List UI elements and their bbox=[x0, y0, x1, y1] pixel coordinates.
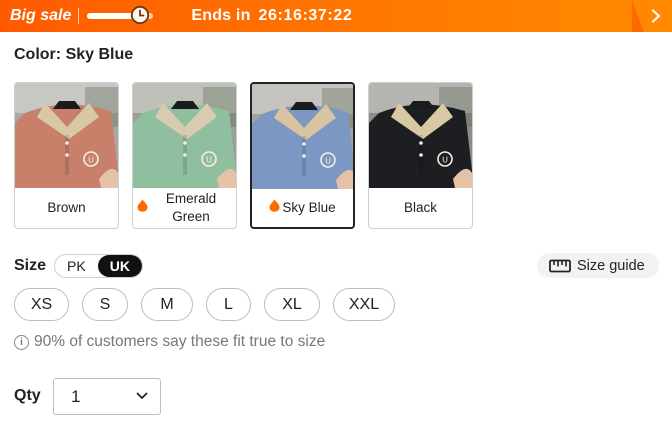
color-swatch-sky-blue[interactable]: U Sky Blue bbox=[250, 82, 355, 229]
swatch-label: Black bbox=[369, 188, 472, 228]
size-guide-button[interactable]: Size guide bbox=[537, 253, 659, 278]
info-icon: i bbox=[14, 334, 29, 350]
flame-icon bbox=[269, 199, 280, 218]
qty-label: Qty bbox=[14, 387, 41, 404]
chevron-right-icon bbox=[651, 9, 661, 23]
size-header: Size PK UK bbox=[14, 254, 143, 278]
ruler-icon bbox=[549, 259, 571, 272]
swatch-image: U bbox=[133, 83, 236, 188]
swatch-image: U bbox=[369, 83, 472, 188]
svg-text:U: U bbox=[88, 156, 94, 165]
fit-note-text: 90% of customers say these fit true to s… bbox=[34, 333, 326, 350]
qty-select[interactable]: 1 bbox=[53, 378, 161, 415]
size-option-xl[interactable]: XL bbox=[264, 288, 320, 321]
unit-option-pk[interactable]: PK bbox=[55, 255, 98, 277]
swatch-label: Brown bbox=[15, 188, 118, 228]
unit-option-uk[interactable]: UK bbox=[97, 255, 142, 277]
swatch-image: U bbox=[252, 84, 353, 189]
banner-divider bbox=[78, 8, 80, 24]
color-swatch-list: U Brown U Emerald Green U Sky Blue U Black bbox=[14, 82, 473, 229]
svg-text:U: U bbox=[206, 156, 212, 165]
color-label: Color: bbox=[14, 46, 62, 63]
swatch-label-text: Brown bbox=[47, 200, 86, 215]
fit-note: i 90% of customers say these fit true to… bbox=[14, 333, 325, 351]
color-swatch-black[interactable]: U Black bbox=[368, 82, 473, 229]
svg-text:U: U bbox=[325, 157, 331, 166]
qty-value: 1 bbox=[71, 386, 81, 406]
size-option-l[interactable]: L bbox=[206, 288, 251, 321]
size-guide-label: Size guide bbox=[577, 257, 645, 274]
color-heading: Color: Sky Blue bbox=[14, 46, 133, 64]
color-selected-value: Sky Blue bbox=[65, 46, 134, 63]
size-option-m[interactable]: M bbox=[141, 288, 193, 321]
size-unit-toggle[interactable]: PK UK bbox=[54, 254, 143, 278]
sale-countdown: 26:16:37:22 bbox=[258, 7, 353, 24]
swatch-image: U bbox=[15, 83, 118, 188]
color-swatch-emerald-green[interactable]: U Emerald Green bbox=[132, 82, 237, 229]
size-option-xs[interactable]: XS bbox=[14, 288, 69, 321]
size-option-list: XS S M L XL XXL bbox=[14, 288, 408, 321]
swatch-label: Emerald Green bbox=[133, 188, 236, 228]
svg-text:U: U bbox=[442, 156, 448, 165]
sale-ends-label: Ends in bbox=[191, 7, 251, 24]
swatch-label-text: Emerald Green bbox=[165, 191, 217, 224]
banner-next-button[interactable] bbox=[632, 0, 672, 32]
swatch-label-text: Sky Blue bbox=[282, 200, 336, 215]
chevron-down-icon bbox=[136, 392, 148, 399]
size-option-xxl[interactable]: XXL bbox=[333, 288, 395, 321]
clock-icon bbox=[130, 5, 150, 25]
swatch-label-text: Black bbox=[403, 200, 437, 215]
size-label: Size bbox=[14, 257, 47, 274]
flame-icon bbox=[137, 199, 148, 218]
swatch-label: Sky Blue bbox=[252, 189, 353, 227]
size-option-s[interactable]: S bbox=[82, 288, 128, 321]
sale-title: Big sale bbox=[10, 7, 72, 24]
color-swatch-brown[interactable]: U Brown bbox=[14, 82, 119, 229]
sale-banner[interactable]: Big sale Ends in 26:16:37:22 bbox=[0, 0, 672, 32]
